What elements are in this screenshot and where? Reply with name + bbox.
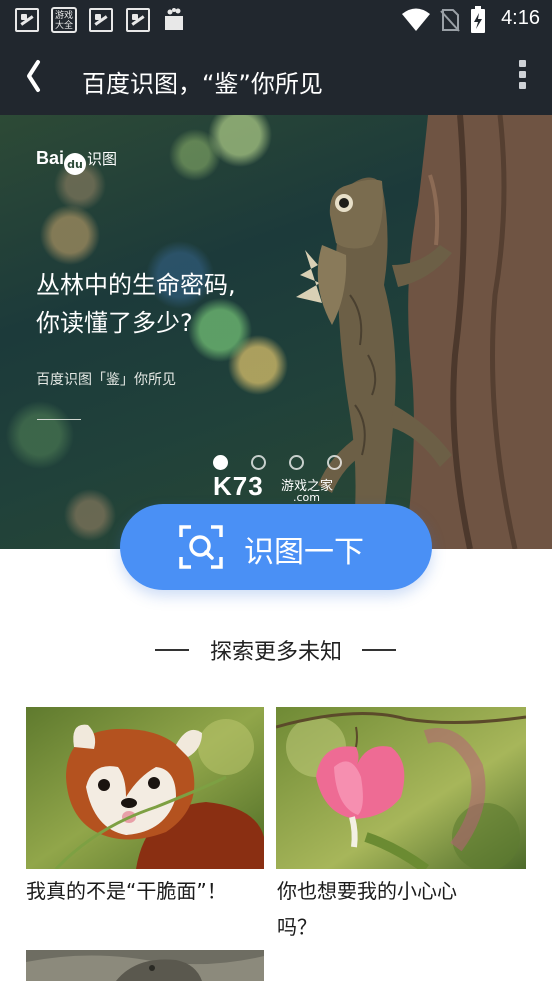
lizard-photo	[26, 950, 264, 981]
baidu-logo: Bai du 识图	[36, 148, 117, 178]
recognize-button-label: 识图一下	[244, 535, 364, 570]
red-panda-photo	[26, 707, 264, 869]
app-bar: 百度识图，“鉴”你所见	[0, 40, 552, 115]
k73-watermark: K73 游戏之家 .com	[213, 471, 334, 504]
carousel-dot[interactable]	[251, 455, 266, 470]
app-notification-icon	[89, 8, 113, 32]
card-image-red-panda[interactable]	[26, 707, 264, 869]
carousel-dot[interactable]	[213, 455, 228, 470]
chevron-left-icon[interactable]	[18, 54, 54, 98]
hero-banner[interactable]: Bai du 识图 丛林中的生命密码, 你读懂了多少? 百度识图「鉴」你所见 K73…	[0, 115, 552, 549]
card-image-lizard[interactable]	[26, 950, 264, 981]
scan-camera-icon	[179, 525, 223, 569]
wifi-icon	[402, 8, 430, 31]
heading-divider	[362, 649, 396, 651]
app-notification-icon	[126, 8, 150, 32]
card-title[interactable]: 我真的不是“干脆面”！	[26, 873, 266, 909]
banner-subtitle: 百度识图「鉴」你所见	[36, 372, 176, 388]
carousel-dot[interactable]	[289, 455, 304, 470]
more-vertical-icon[interactable]	[512, 56, 532, 96]
card-title-line: 你也想要我的小心心	[277, 879, 457, 903]
status-time: 4:16	[501, 7, 540, 29]
game-store-icon: 游戏 大全	[51, 7, 77, 33]
game-icon-text: 游戏	[54, 11, 73, 21]
banner-divider	[37, 419, 81, 420]
paw-icon: du	[64, 153, 87, 175]
no-sim-icon	[440, 9, 460, 32]
status-bar: 游戏 大全 4:16	[0, 0, 552, 40]
page-title: 百度识图，“鉴”你所见	[82, 70, 323, 98]
bleeding-heart-flower-photo	[276, 707, 526, 869]
section-heading: 探索更多未知	[0, 628, 552, 672]
card-image-flower[interactable]	[276, 707, 526, 869]
app-notification-icon	[15, 8, 39, 32]
battery-charging-icon	[471, 6, 485, 33]
card-title-line: 吗？	[277, 915, 317, 939]
shopping-bag-icon	[165, 8, 183, 30]
card-title[interactable]: 你也想要我的小心心 吗？	[277, 873, 527, 945]
recognize-image-button[interactable]: 识图一下	[120, 504, 432, 590]
banner-heading: 丛林中的生命密码, 你读懂了多少?	[36, 271, 236, 337]
carousel-dot[interactable]	[327, 455, 342, 470]
section-title: 探索更多未知	[209, 640, 342, 665]
game-icon-text: 大全	[54, 21, 73, 31]
